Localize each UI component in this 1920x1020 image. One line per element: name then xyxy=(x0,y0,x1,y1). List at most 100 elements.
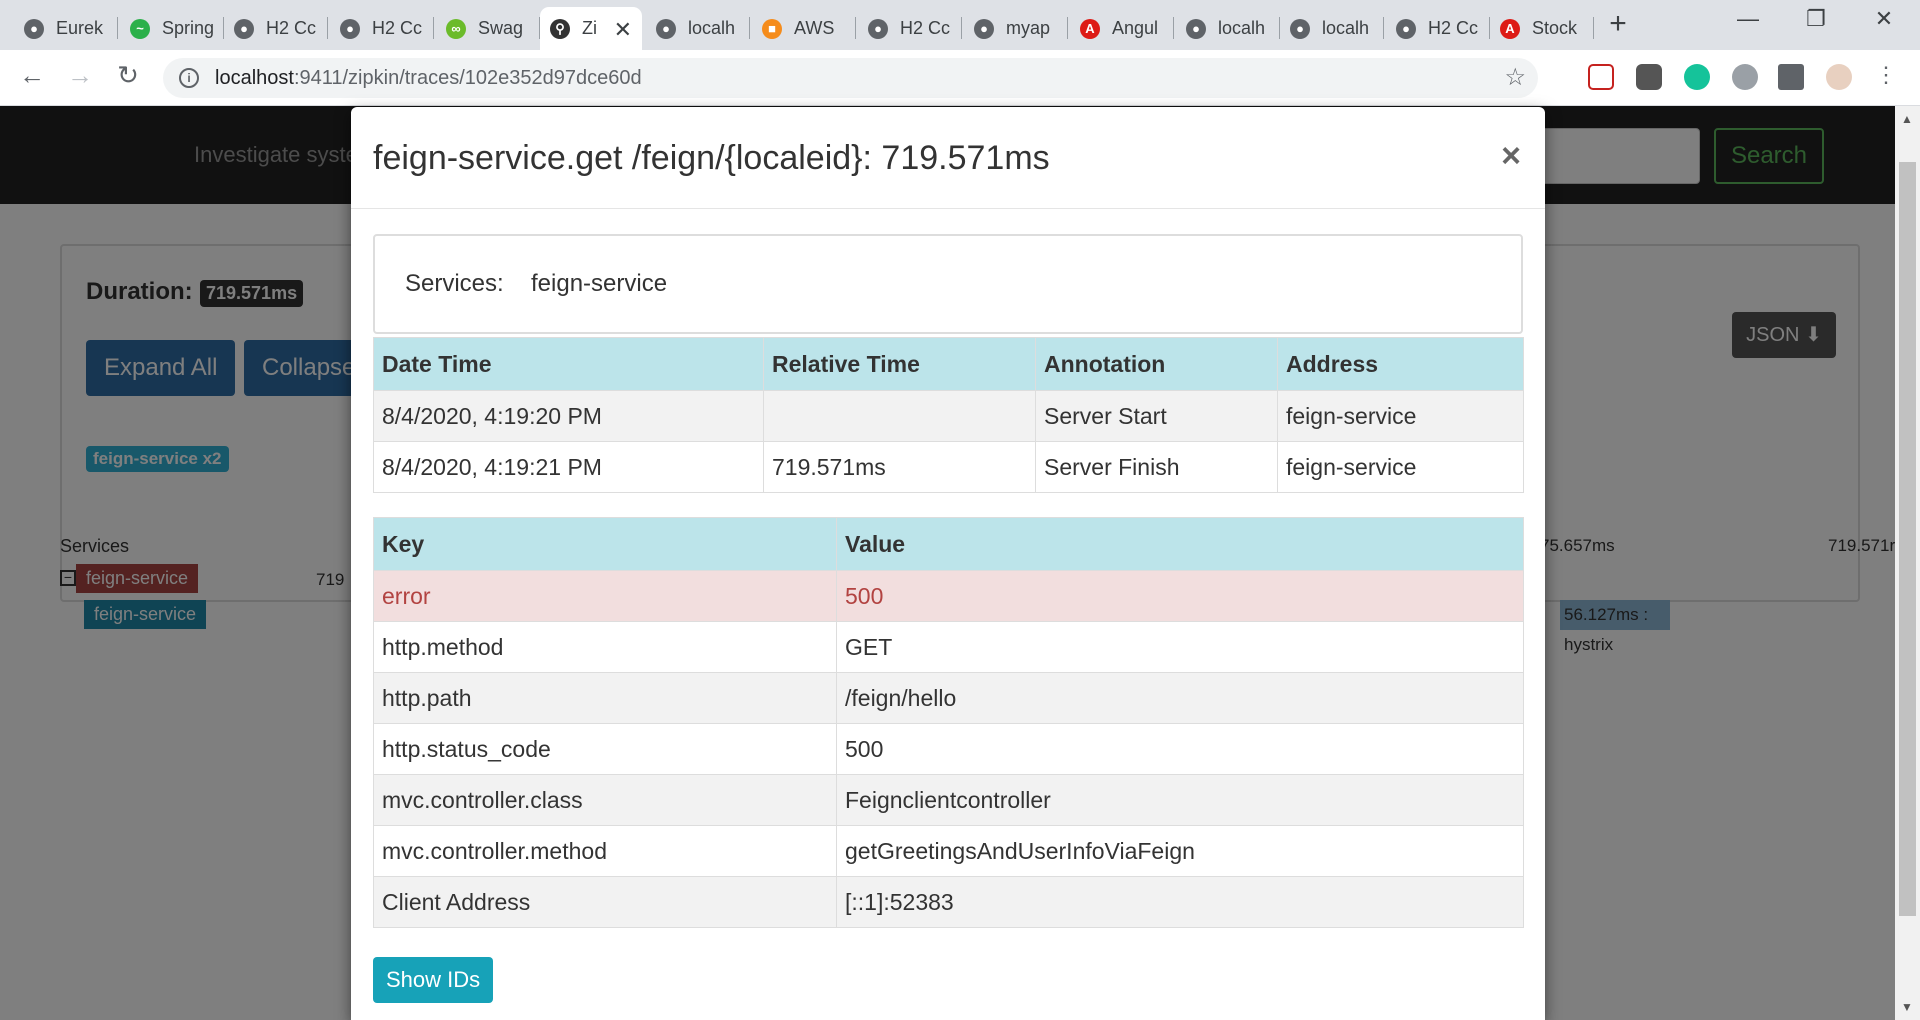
table-cell: Feignclientcontroller xyxy=(836,774,1524,826)
browser-tab[interactable]: ● localh xyxy=(646,7,750,50)
table-cell: mvc.controller.method xyxy=(373,825,837,877)
table-cell xyxy=(763,390,1036,442)
browser-tab-label: H2 Cc xyxy=(372,18,423,38)
new-tab-button[interactable]: + xyxy=(1600,8,1636,42)
browser-tab-label: Swag xyxy=(478,18,524,38)
grammarly-icon[interactable] xyxy=(1684,64,1710,90)
extension-bulb-icon[interactable] xyxy=(1636,64,1662,90)
browser-tab[interactable]: A Stock xyxy=(1490,7,1594,50)
browser-tab[interactable]: ● H2 Cc xyxy=(224,7,328,50)
browser-menu-icon[interactable]: ⋮ xyxy=(1868,62,1904,88)
browser-tab-label: Eurek xyxy=(56,18,104,38)
browser-tab-strip: ● Eurek ~ Spring ● H2 Cc ● H2 Cc ∞ Swag ⚲ Zi ✕ ● local… xyxy=(0,0,1920,50)
browser-tab[interactable]: ● localh xyxy=(1280,7,1384,50)
browser-tab[interactable]: ∞ Swag xyxy=(436,7,540,50)
browser-toolbar: ← → ↻ i localhost:9411/zipkin/traces/102… xyxy=(0,50,1920,106)
annotations-table: Date Time Relative Time Annotation Address … xyxy=(373,337,1524,493)
browser-tab-label: H2 Cc xyxy=(266,18,317,38)
table-cell: 8/4/2020, 4:19:21 PM xyxy=(373,441,764,493)
globe-icon: ● xyxy=(234,18,254,39)
table-cell: http.method xyxy=(373,621,837,673)
site-info-icon[interactable]: i xyxy=(179,68,199,88)
browser-tab[interactable]: ⚲ Zi ✕ xyxy=(540,7,642,50)
browser-tab-label: Spring xyxy=(162,18,215,38)
extension-shield-icon[interactable] xyxy=(1588,64,1614,90)
tab-close-icon[interactable]: ✕ xyxy=(614,17,632,43)
url-path: :9411/zipkin/traces/102e352d97dce60d xyxy=(293,66,642,89)
minimize-icon[interactable]: — xyxy=(1718,6,1778,32)
profile-avatar[interactable] xyxy=(1826,64,1852,90)
globe-icon: ● xyxy=(1186,18,1206,39)
browser-tab[interactable]: ● Eurek xyxy=(14,7,118,50)
tags-header-row: Key Value xyxy=(373,517,1524,571)
forward-icon[interactable]: → xyxy=(62,60,98,91)
tab-separator xyxy=(1173,17,1174,39)
modal-title: feign-service.get /feign/{localeid}: 719… xyxy=(373,139,1050,177)
column-header: Annotation xyxy=(1035,337,1278,391)
globe-icon: ● xyxy=(24,18,44,39)
extensions-puzzle-icon[interactable] xyxy=(1778,64,1804,90)
close-icon[interactable]: × xyxy=(1501,137,1521,176)
table-cell: http.path xyxy=(373,672,837,724)
table-cell: 8/4/2020, 4:19:20 PM xyxy=(373,390,764,442)
table-row: error 500 xyxy=(373,570,1524,622)
bookmark-star-icon[interactable]: ☆ xyxy=(1504,63,1526,92)
browser-tab[interactable]: ■ AWS xyxy=(752,7,856,50)
tab-separator xyxy=(1593,17,1594,39)
table-row: 8/4/2020, 4:19:20 PM Server Start feign-se… xyxy=(373,390,1524,442)
browser-tab[interactable]: ● H2 Cc xyxy=(1386,7,1490,50)
globe-icon: ● xyxy=(1290,18,1310,39)
column-header: Date Time xyxy=(373,337,764,391)
annotations-header-row: Date Time Relative Time Annotation Address xyxy=(373,337,1524,391)
restore-icon[interactable]: ❐ xyxy=(1786,6,1846,32)
table-cell: Server Start xyxy=(1035,390,1278,442)
table-row: Client Address [::1]:52383 xyxy=(373,876,1524,928)
table-cell: error xyxy=(373,570,837,622)
extension-circle-icon[interactable] xyxy=(1732,64,1758,90)
column-header: Key xyxy=(373,517,837,571)
scroll-up-icon[interactable]: ▲ xyxy=(1901,112,1913,126)
browser-tab[interactable]: ~ Spring xyxy=(120,7,224,50)
table-cell: 500 xyxy=(836,723,1524,775)
table-cell: [::1]:52383 xyxy=(836,876,1524,928)
tab-separator xyxy=(327,17,328,39)
scroll-down-icon[interactable]: ▼ xyxy=(1901,1000,1913,1014)
span-detail-modal: feign-service.get /feign/{localeid}: 719… xyxy=(351,107,1545,1020)
table-row: http.path/feign/hello xyxy=(373,672,1524,724)
browser-tab[interactable]: ● H2 Cc xyxy=(858,7,962,50)
angular-icon: A xyxy=(1080,18,1100,39)
tab-separator xyxy=(1067,17,1068,39)
swagger-icon: ∞ xyxy=(446,18,466,39)
tab-separator xyxy=(1383,17,1384,39)
scroll-thumb[interactable] xyxy=(1899,162,1916,916)
column-header: Relative Time xyxy=(763,337,1036,391)
address-bar[interactable]: i localhost:9411/zipkin/traces/102e352d9… xyxy=(163,58,1538,98)
table-row: http.method GET xyxy=(373,621,1524,673)
show-ids-button[interactable]: Show IDs xyxy=(373,957,494,1003)
browser-tab-label: H2 Cc xyxy=(1428,18,1479,38)
column-header: Address xyxy=(1277,337,1524,391)
browser-tab[interactable]: ● H2 Cc xyxy=(330,7,434,50)
table-cell: Server Finish xyxy=(1035,441,1278,493)
table-row: mvc.controller.method getGreetingsAndUser… xyxy=(373,825,1524,877)
browser-tab-label: localh xyxy=(1322,18,1370,38)
reload-icon[interactable]: ↻ xyxy=(110,60,146,91)
table-row: http.status_code 500 xyxy=(373,723,1524,775)
table-cell: 719.571ms xyxy=(763,441,1036,493)
browser-tab-label: localh xyxy=(688,18,736,38)
globe-icon: ● xyxy=(656,18,676,39)
browser-tab-label: Stock xyxy=(1532,18,1578,38)
table-row: mvc.controller.class Feignclientcontrolle… xyxy=(373,774,1524,826)
browser-tab[interactable]: ● localh xyxy=(1176,7,1280,50)
page-scrollbar[interactable]: ▲ ▼ xyxy=(1895,106,1920,1020)
zipkin-icon: ⚲ xyxy=(550,18,570,39)
globe-icon: ● xyxy=(974,18,994,39)
back-icon[interactable]: ← xyxy=(14,60,50,91)
globe-icon: ● xyxy=(868,18,888,39)
tab-separator xyxy=(961,17,962,39)
column-header: Value xyxy=(836,517,1524,571)
browser-tab[interactable]: A Angul xyxy=(1070,7,1174,50)
close-window-icon[interactable]: ✕ xyxy=(1854,6,1914,32)
browser-tab[interactable]: ● myap xyxy=(964,7,1068,50)
table-row: 8/4/2020, 4:19:21 PM 719.571ms Server Fini… xyxy=(373,441,1524,493)
